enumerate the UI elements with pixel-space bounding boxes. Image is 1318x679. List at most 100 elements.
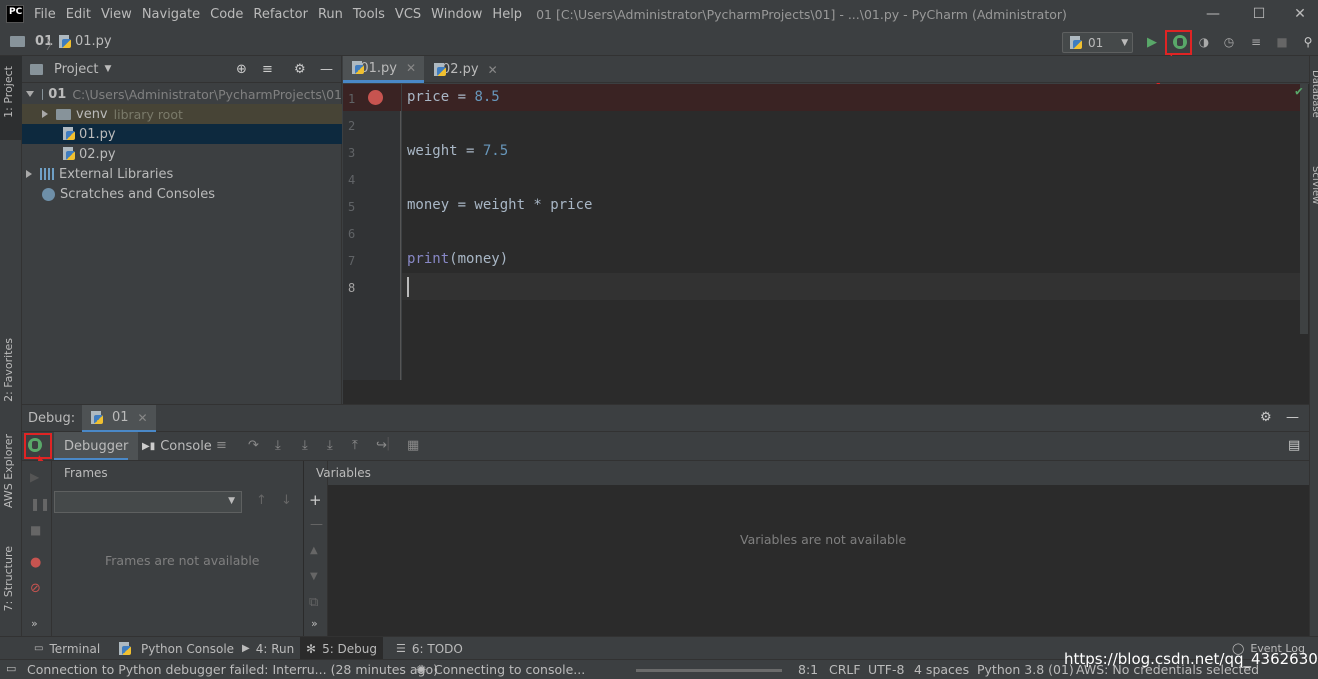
view-breakpoints-icon[interactable]: ● [30,555,41,570]
menu-help[interactable]: Help [492,7,522,22]
chevron-down-icon[interactable]: ▼ [104,64,111,74]
menu-file[interactable]: File [34,7,56,22]
stop-icon[interactable]: ■ [30,523,41,537]
python-interpreter[interactable]: Python 3.8 (01) [977,662,1074,677]
mute-breakpoints-icon[interactable]: ⊘ [30,581,41,596]
expand-arrow-icon[interactable] [26,91,34,97]
code-editor[interactable]: price = 8.5 weight = 7.5 money = weight … [402,84,1309,380]
menu-edit[interactable]: Edit [66,7,91,22]
editor-tab-01-py[interactable]: 01.py ✕ [343,56,424,83]
indent-setting[interactable]: 4 spaces [914,662,969,677]
close-icon[interactable]: ✕ [138,411,148,425]
more-icon[interactable]: » [311,617,318,630]
add-watch-icon[interactable]: + [309,491,322,509]
step-over-icon[interactable]: ⤓ [275,438,281,453]
concurrency-diagram-icon[interactable]: ≡ [1248,34,1264,50]
move-up-icon[interactable]: ▲ [310,545,318,556]
line-separator[interactable]: CRLF [829,662,861,677]
menu-refactor[interactable]: Refactor [253,7,308,22]
restore-layout-icon[interactable]: ▤ [1288,438,1300,453]
hide-panel-icon[interactable]: — [320,62,333,77]
menu-tools[interactable]: Tools [353,7,385,22]
status-message[interactable]: Connection to Python debugger failed: In… [27,662,438,677]
run-config-label: 01 [1088,35,1104,50]
tool-tab-python-console[interactable]: Python Console [112,637,240,660]
run-configuration-select[interactable]: 01 ▼ [1062,32,1133,53]
menu-run[interactable]: Run [318,7,343,22]
file-encoding[interactable]: UTF-8 [868,662,904,677]
code-line-1: price = 8.5 [407,89,500,105]
tab-console[interactable]: ▶▮ Console [132,432,222,460]
menu-navigate[interactable]: Navigate [142,7,200,22]
tool-windows-toggle-icon[interactable]: ▭ [6,662,16,675]
tool-tab-todo[interactable]: ☰ 6: TODO [390,637,469,660]
evaluate-expression-icon[interactable]: ▦ [407,438,419,453]
tool-tab-run[interactable]: ▶ 4: Run [236,637,300,660]
minimize-icon[interactable]: — [1190,0,1236,28]
gear-icon[interactable]: ⚙ [1260,410,1272,425]
debug-header: Debug: 01 ✕ ⚙ — [22,404,1309,432]
tool-tab-project[interactable]: 1: Project [2,66,15,118]
step-into-my-code-icon[interactable]: ⤓ [327,438,333,453]
locate-icon[interactable]: ⊕ [236,62,247,77]
caret-position[interactable]: 8:1 [798,662,818,677]
remove-watch-icon[interactable]: — [310,517,323,532]
copy-icon[interactable]: ⧉ [309,595,318,610]
project-view-select[interactable]: Project [54,62,98,77]
tab-debugger[interactable]: Debugger [54,432,139,460]
resume-icon[interactable]: ▶ [30,470,39,484]
tool-tab-debug[interactable]: ✻ 5: Debug [300,637,384,660]
menu-window[interactable]: Window [431,7,482,22]
tree-item-02-py[interactable]: 02.py [22,144,342,164]
step-into-icon[interactable]: ⤓ [302,438,308,453]
step-out-icon[interactable]: ⤒ [352,438,358,453]
stop-icon[interactable]: ■ [1274,34,1290,50]
move-down-icon[interactable]: ▼ [310,571,318,582]
tool-tab-label: Terminal [49,641,101,656]
debug-session-tab[interactable]: 01 ✕ [82,405,156,432]
search-icon[interactable]: ⚲ [1300,34,1316,50]
gear-icon[interactable]: ⚙ [294,62,306,77]
next-frame-icon[interactable]: ↓ [281,493,292,508]
tree-item-scratches[interactable]: Scratches and Consoles [22,184,342,204]
thread-select[interactable]: ▼ [54,491,242,513]
more-icon[interactable]: » [31,617,38,630]
run-with-coverage-icon[interactable]: ◑ [1196,34,1212,50]
tool-tab-aws-explorer[interactable]: AWS Explorer [2,434,15,508]
close-window-icon[interactable]: ✕ [1282,0,1318,28]
tool-tab-terminal[interactable]: ▭ Terminal [28,637,106,660]
breadcrumb-file-label: 01.py [75,34,112,49]
tool-tab-sciview[interactable]: SciView [1310,166,1318,204]
tool-tab-favorites[interactable]: 2: Favorites [2,338,15,402]
pause-icon[interactable]: ❚❚ [30,497,50,511]
collapse-all-icon[interactable]: ≡ [262,62,273,77]
expand-arrow-icon[interactable] [42,110,48,118]
tool-tab-database[interactable]: Database [1310,70,1318,118]
tree-item-venv[interactable]: venv library root [22,104,342,124]
tree-item-external-libraries[interactable]: External Libraries [22,164,342,184]
show-execution-point-icon[interactable]: ↷ [248,438,259,453]
menu-view[interactable]: View [101,7,132,22]
editor-scrollbar[interactable] [1300,84,1308,334]
pycharm-logo-icon: PC [6,5,24,23]
editor-tab-02-py[interactable]: 02.py ✕ [425,56,505,83]
tool-tab-structure[interactable]: 7: Structure [2,546,15,611]
left-tool-strip: 1: Project 2: Favorites AWS Explorer 7: … [0,56,22,636]
maximize-icon[interactable]: ☐ [1236,0,1282,28]
variables-empty-message: Variables are not available [740,532,907,547]
expand-arrow-icon[interactable] [26,170,32,178]
profile-icon[interactable]: ◷ [1221,34,1237,50]
breakpoint-icon[interactable] [368,90,383,105]
tree-item-project-root[interactable]: 01 C:\Users\Administrator\PycharmProject… [22,84,342,104]
menu-code[interactable]: Code [210,7,243,22]
layout-icon[interactable]: ≡ [216,438,227,453]
editor-gutter[interactable]: 1 2 3 4 5 6 7 8 [343,84,401,380]
menu-vcs[interactable]: VCS [395,7,421,22]
hide-panel-icon[interactable]: — [1286,410,1299,425]
tree-item-01-py[interactable]: 01.py [22,124,342,144]
previous-frame-icon[interactable]: ↑ [256,493,267,508]
breadcrumb-file[interactable]: 01.py [58,34,112,49]
run-icon[interactable]: ▶ [1144,34,1160,50]
close-icon[interactable]: ✕ [406,61,416,75]
close-icon[interactable]: ✕ [488,63,498,77]
